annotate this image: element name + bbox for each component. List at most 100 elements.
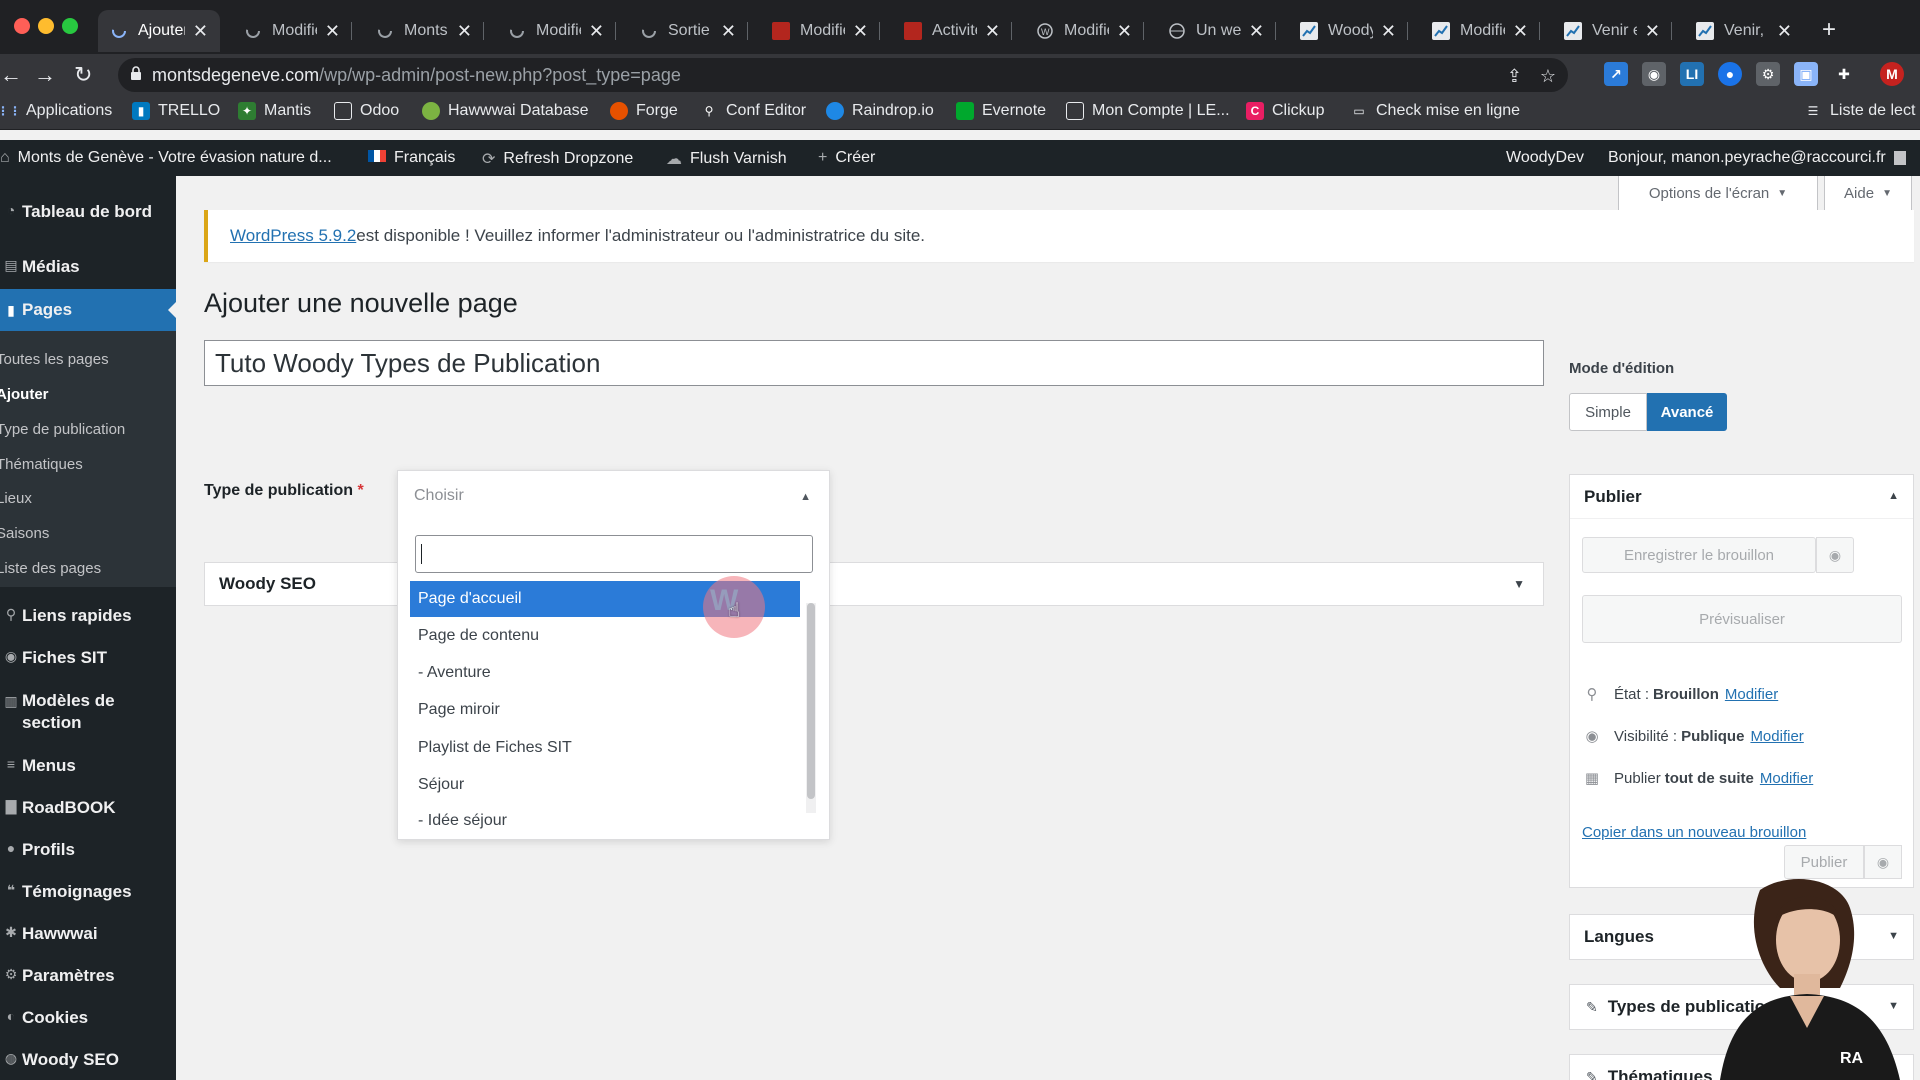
help-button[interactable]: Aide ▼ [1824, 176, 1912, 212]
caret-down-icon[interactable]: ▼ [1513, 577, 1525, 591]
browser-tab[interactable]: Un we ✕ [1156, 10, 1276, 52]
edit-visibility-link[interactable]: Modifier [1750, 728, 1803, 745]
select-option[interactable]: - Idée séjour [410, 804, 800, 834]
submenu-liste-des-pages[interactable]: Liste des pages [0, 560, 101, 577]
publish-button[interactable]: Publier [1784, 845, 1864, 879]
submenu-toutes-les-pages[interactable]: Toutes les pages [0, 351, 109, 368]
bookmark-conf-editor[interactable]: ⚲ Conf Editor [700, 102, 806, 120]
reload-icon[interactable]: ↻ [74, 62, 92, 88]
menu-modeles-de-section[interactable]: ▥ Modèles de section [0, 690, 176, 734]
eye-icon[interactable]: ◉ [1864, 845, 1902, 879]
menu-woody-seo[interactable]: ◍ Woody SEO [0, 1050, 176, 1070]
select-option[interactable]: Page miroir [410, 692, 800, 728]
close-tab-icon[interactable]: ✕ [721, 21, 736, 42]
bookmark-check-mise-en-ligne[interactable]: ▭ Check mise en ligne [1350, 102, 1520, 120]
bookmark-mon-compte[interactable]: Mon Compte | LE... [1066, 102, 1230, 120]
close-tab-icon[interactable]: ✕ [1381, 21, 1396, 42]
close-tab-icon[interactable]: ✕ [1249, 21, 1264, 42]
extension-icon[interactable]: ↗ [1604, 62, 1628, 86]
mode-advanced-button[interactable]: Avancé [1647, 393, 1727, 431]
bookmark-applications[interactable]: ⋮⋮ Applications [0, 102, 112, 120]
edit-schedule-link[interactable]: Modifier [1760, 770, 1813, 787]
menu-profils[interactable]: ● Profils [0, 840, 176, 860]
menu-menus[interactable]: ≡ Menus [0, 756, 176, 776]
close-window-button[interactable] [14, 18, 30, 34]
gear-extension-icon[interactable]: ⚙ [1756, 62, 1780, 86]
browser-tab[interactable]: Woody ✕ [1288, 10, 1408, 52]
profile-avatar[interactable]: M [1880, 62, 1904, 86]
close-tab-icon[interactable]: ✕ [1513, 21, 1528, 42]
browser-tab[interactable]: Sortie ✕ [628, 10, 748, 52]
menu-parametres[interactable]: ⚙ Paramètres [0, 966, 176, 986]
close-tab-icon[interactable]: ✕ [325, 21, 340, 42]
reading-list[interactable]: ☰ Liste de lect [1804, 102, 1916, 120]
admin-bar-env[interactable]: WoodyDev [1506, 149, 1584, 167]
menu-hawwwai[interactable]: ✱ Hawwwai [0, 924, 176, 944]
copy-to-draft-link[interactable]: Copier dans un nouveau brouillon [1582, 824, 1806, 841]
share-icon[interactable]: ⇪ [1507, 66, 1522, 87]
caret-up-icon[interactable]: ▲ [1888, 490, 1899, 502]
menu-pages[interactable]: ▮ Pages [0, 289, 176, 331]
close-tab-icon[interactable]: ✕ [457, 21, 472, 42]
admin-bar-language[interactable]: Français [368, 149, 455, 167]
admin-bar-site[interactable]: ⌂ Monts de Genève - Votre évasion nature … [0, 149, 332, 167]
post-title-input[interactable]: Tuto Woody Types de Publication [204, 340, 1544, 386]
select-search-input[interactable] [415, 535, 813, 573]
close-tab-icon[interactable]: ✕ [1645, 21, 1660, 42]
back-icon[interactable]: ← [0, 62, 22, 88]
browser-tab[interactable]: Venir e ✕ [1552, 10, 1672, 52]
browser-tab[interactable]: W Modifie ✕ [1024, 10, 1144, 52]
select-option[interactable]: Séjour [410, 767, 800, 803]
menu-fiches-sit[interactable]: ◉ Fiches SIT [0, 648, 176, 668]
admin-bar-create[interactable]: + Créer [818, 149, 875, 167]
select-option[interactable]: - Aventure [410, 655, 800, 691]
publish-box-header[interactable]: Publier ▲ [1570, 475, 1913, 519]
submenu-type-de-publication[interactable]: Type de publication [0, 421, 125, 438]
menu-tableau-de-bord[interactable]: ◔ Tableau de bord [0, 202, 176, 222]
save-draft-button[interactable]: Enregistrer le brouillon [1582, 537, 1816, 573]
bookmark-trello[interactable]: ▮ TRELLO [132, 102, 220, 120]
menu-medias[interactable]: ▤ Médias [0, 257, 176, 277]
mode-simple-button[interactable]: Simple [1569, 393, 1647, 431]
bookmark-odoo[interactable]: Odoo [334, 102, 399, 120]
close-tab-icon[interactable]: ✕ [1777, 21, 1792, 42]
bookmark-mantis[interactable]: ✦ Mantis [238, 102, 311, 120]
scrollbar-thumb[interactable] [807, 603, 815, 799]
menu-roadbook[interactable]: ▇ RoadBOOK [0, 798, 176, 818]
admin-bar-flush-varnish[interactable]: ☁ Flush Varnish [666, 149, 787, 169]
browser-tab[interactable]: Modifie ✕ [760, 10, 880, 52]
li-extension-icon[interactable]: LI [1680, 62, 1704, 86]
screen-options-button[interactable]: Options de l'écran ▼ [1618, 176, 1818, 212]
close-tab-icon[interactable]: ✕ [1117, 21, 1132, 42]
menu-liens-rapides[interactable]: ⚲ Liens rapides [0, 606, 176, 626]
close-tab-icon[interactable]: ✕ [589, 21, 604, 42]
menu-temoignages[interactable]: ❝ Témoignages [0, 882, 176, 902]
close-tab-icon[interactable]: ✕ [853, 21, 868, 42]
bookmark-hawwwai[interactable]: Hawwwai Database [422, 102, 589, 120]
edit-status-link[interactable]: Modifier [1725, 686, 1778, 703]
browser-tab[interactable]: Activité ✕ [892, 10, 1012, 52]
browser-tab[interactable]: Modifie ✕ [1420, 10, 1540, 52]
bookmark-clickup[interactable]: C Clickup [1246, 102, 1324, 120]
browser-tab[interactable]: Venir, ✕ [1684, 10, 1804, 52]
admin-bar-refresh-dropzone[interactable]: ⟳ Refresh Dropzone [482, 149, 633, 169]
submenu-lieux[interactable]: Lieux [0, 490, 32, 507]
browser-tab[interactable]: Modifie ✕ [232, 10, 352, 52]
minimize-window-button[interactable] [38, 18, 54, 34]
submenu-saisons[interactable]: Saisons [0, 525, 49, 542]
publication-type-select[interactable]: Choisir ▲ Page d'accueil Page de contenu… [397, 470, 830, 840]
select-option[interactable]: Playlist de Fiches SIT [410, 730, 800, 766]
browser-tab[interactable]: Modifie ✕ [496, 10, 616, 52]
address-bar[interactable]: montsdegeneve.com/wp/wp-admin/post-new.p… [118, 58, 1568, 92]
browser-tab-active[interactable]: Ajouter ✕ [98, 10, 220, 52]
bookmark-raindrop[interactable]: Raindrop.io [826, 102, 934, 120]
camera-extension-icon[interactable]: ◉ [1642, 62, 1666, 86]
forward-icon[interactable]: → [34, 62, 56, 88]
preview-button[interactable]: Prévisualiser [1582, 595, 1902, 643]
close-tab-icon[interactable]: ✕ [985, 21, 1000, 42]
close-tab-icon[interactable]: ✕ [193, 21, 208, 42]
maximize-window-button[interactable] [62, 18, 78, 34]
puzzle-icon[interactable]: ✚ [1832, 62, 1856, 86]
menu-cookies[interactable]: ◐ Cookies [0, 1008, 176, 1028]
admin-bar-account[interactable]: Bonjour, manon.peyrache@raccourci.fr [1608, 149, 1906, 167]
